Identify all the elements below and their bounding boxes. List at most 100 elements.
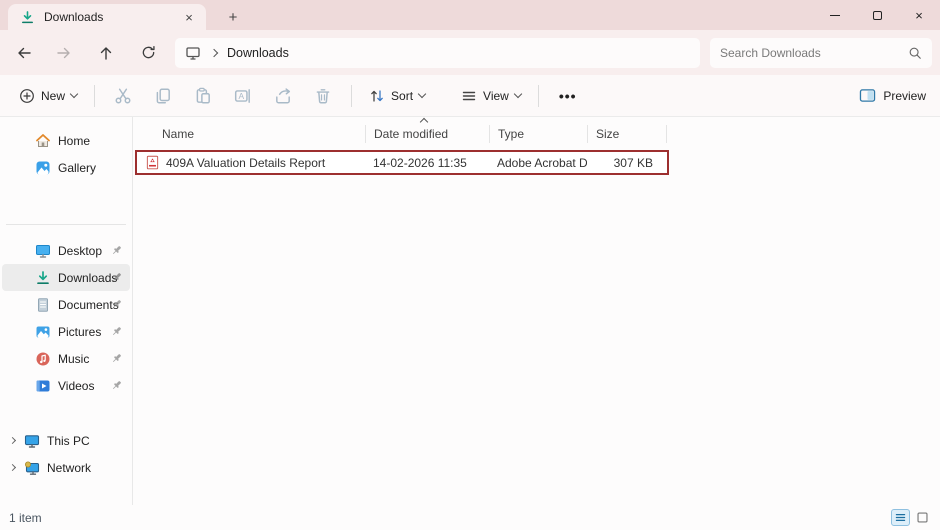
- paste-icon: [196, 87, 210, 103]
- titlebar: Downloads × + ×: [0, 0, 940, 30]
- sort-icon: [371, 89, 383, 102]
- sidebar-item-desktop[interactable]: Desktop: [2, 237, 130, 264]
- item-count: 1 item: [9, 510, 42, 525]
- new-tab-button[interactable]: +: [222, 6, 244, 28]
- column-header-size[interactable]: Size: [587, 124, 667, 143]
- file-type-cell[interactable]: Adobe Acrobat D…: [489, 156, 587, 170]
- command-bar: New A Sort View ••• Preview: [0, 75, 940, 117]
- minimize-button[interactable]: [814, 0, 856, 30]
- sidebar-item-downloads[interactable]: Downloads: [2, 264, 130, 291]
- sidebar-item-this-pc[interactable]: This PC: [2, 427, 130, 454]
- copy-button[interactable]: [143, 80, 183, 112]
- downloads-icon: [20, 10, 35, 25]
- pin-icon: [110, 244, 123, 257]
- sidebar-item-music[interactable]: Music: [2, 345, 130, 372]
- close-icon: ×: [915, 7, 923, 23]
- copy-icon: [156, 88, 170, 103]
- up-icon: [100, 46, 112, 60]
- column-header-type[interactable]: Type: [489, 124, 587, 143]
- cut-icon: [115, 88, 131, 103]
- share-button[interactable]: [263, 80, 303, 112]
- file-name-cell[interactable]: 409A Valuation Details Report: [137, 155, 365, 170]
- file-size-cell[interactable]: 307 KB: [587, 156, 663, 170]
- sidebar-item-pictures[interactable]: Pictures: [2, 318, 130, 345]
- expand-chevron-icon[interactable]: [8, 463, 17, 472]
- tab-title: Downloads: [44, 10, 104, 24]
- sidebar-item-label: Home: [58, 133, 91, 148]
- cut-button[interactable]: [103, 80, 143, 112]
- maximize-button[interactable]: [856, 0, 898, 30]
- forward-button[interactable]: [48, 37, 80, 69]
- this-pc-icon[interactable]: [185, 45, 201, 61]
- delete-button[interactable]: [303, 80, 343, 112]
- sidebar-item-label: Videos: [58, 378, 95, 393]
- sidebar: Home Gallery Desktop Downloads Documents: [0, 117, 133, 505]
- new-icon: [20, 88, 34, 103]
- view-label: View: [483, 88, 509, 103]
- sort-button[interactable]: Sort: [360, 82, 434, 110]
- rename-button[interactable]: A: [223, 80, 263, 112]
- this-pc-icon: [24, 433, 40, 449]
- expand-chevron-icon[interactable]: [8, 436, 17, 445]
- back-icon: [18, 47, 31, 58]
- preview-icon: [860, 89, 876, 102]
- see-more-button[interactable]: •••: [547, 88, 589, 104]
- address-bar[interactable]: Downloads: [175, 38, 700, 68]
- pdf-file-icon: [145, 155, 160, 170]
- sidebar-item-home[interactable]: Home: [2, 127, 130, 154]
- sidebar-item-network[interactable]: Network: [2, 454, 130, 481]
- selection-highlight-box: 409A Valuation Details Report 14-02-2026…: [135, 150, 669, 175]
- sidebar-item-label: Music: [58, 351, 90, 366]
- chevron-down-icon: [513, 89, 523, 99]
- preview-toggle[interactable]: Preview: [859, 88, 926, 103]
- documents-icon: [35, 297, 51, 313]
- file-date-cell[interactable]: 14-02-2026 11:35: [365, 156, 489, 170]
- forward-icon: [57, 47, 70, 58]
- sidebar-item-label: This PC: [47, 433, 90, 448]
- window-controls: ×: [814, 0, 940, 30]
- column-headers: Name Date modified Type Size: [135, 117, 940, 147]
- column-header-name[interactable]: Name: [135, 125, 365, 143]
- delete-icon: [316, 88, 330, 103]
- large-icons-view-icon: [917, 512, 928, 523]
- sidebar-item-label: Pictures: [58, 324, 102, 339]
- search-box: [710, 38, 932, 68]
- view-button[interactable]: View: [452, 82, 530, 110]
- file-name: 409A Valuation Details Report: [166, 155, 326, 170]
- paste-button[interactable]: [183, 80, 223, 112]
- preview-label: Preview: [883, 88, 926, 103]
- back-button[interactable]: [8, 37, 40, 69]
- breadcrumb[interactable]: Downloads: [227, 46, 289, 60]
- search-icon[interactable]: [908, 46, 922, 60]
- minimize-icon: [830, 14, 840, 16]
- details-view-button[interactable]: [891, 509, 910, 526]
- file-row[interactable]: 409A Valuation Details Report 14-02-2026…: [137, 152, 667, 173]
- pin-icon: [110, 325, 123, 338]
- sidebar-item-videos[interactable]: Videos: [2, 372, 130, 399]
- chevron-down-icon: [417, 89, 427, 99]
- explorer-tab[interactable]: Downloads ×: [8, 4, 206, 30]
- tab-close-icon[interactable]: ×: [180, 8, 198, 26]
- column-header-date-modified[interactable]: Date modified: [365, 124, 489, 143]
- breadcrumb-chevron-icon[interactable]: [209, 48, 219, 58]
- svg-text:A: A: [239, 91, 245, 101]
- large-icons-view-button[interactable]: [913, 509, 932, 526]
- network-icon: [24, 460, 40, 476]
- home-icon: [35, 133, 51, 149]
- toolbar-divider: [537, 84, 539, 107]
- up-button[interactable]: [90, 37, 122, 69]
- search-input[interactable]: [720, 46, 908, 60]
- pin-icon: [110, 352, 123, 365]
- view-toggles: [891, 509, 932, 526]
- sort-label: Sort: [391, 88, 414, 103]
- pin-icon: [110, 298, 123, 311]
- pin-icon: [110, 379, 123, 392]
- sidebar-item-gallery[interactable]: Gallery: [2, 154, 130, 181]
- close-button[interactable]: ×: [898, 0, 940, 30]
- downloads-icon: [35, 270, 51, 286]
- pin-icon: [110, 271, 123, 284]
- refresh-button[interactable]: [132, 37, 164, 69]
- toolbar-divider: [351, 84, 353, 107]
- new-button[interactable]: New: [10, 82, 86, 110]
- sidebar-item-documents[interactable]: Documents: [2, 291, 130, 318]
